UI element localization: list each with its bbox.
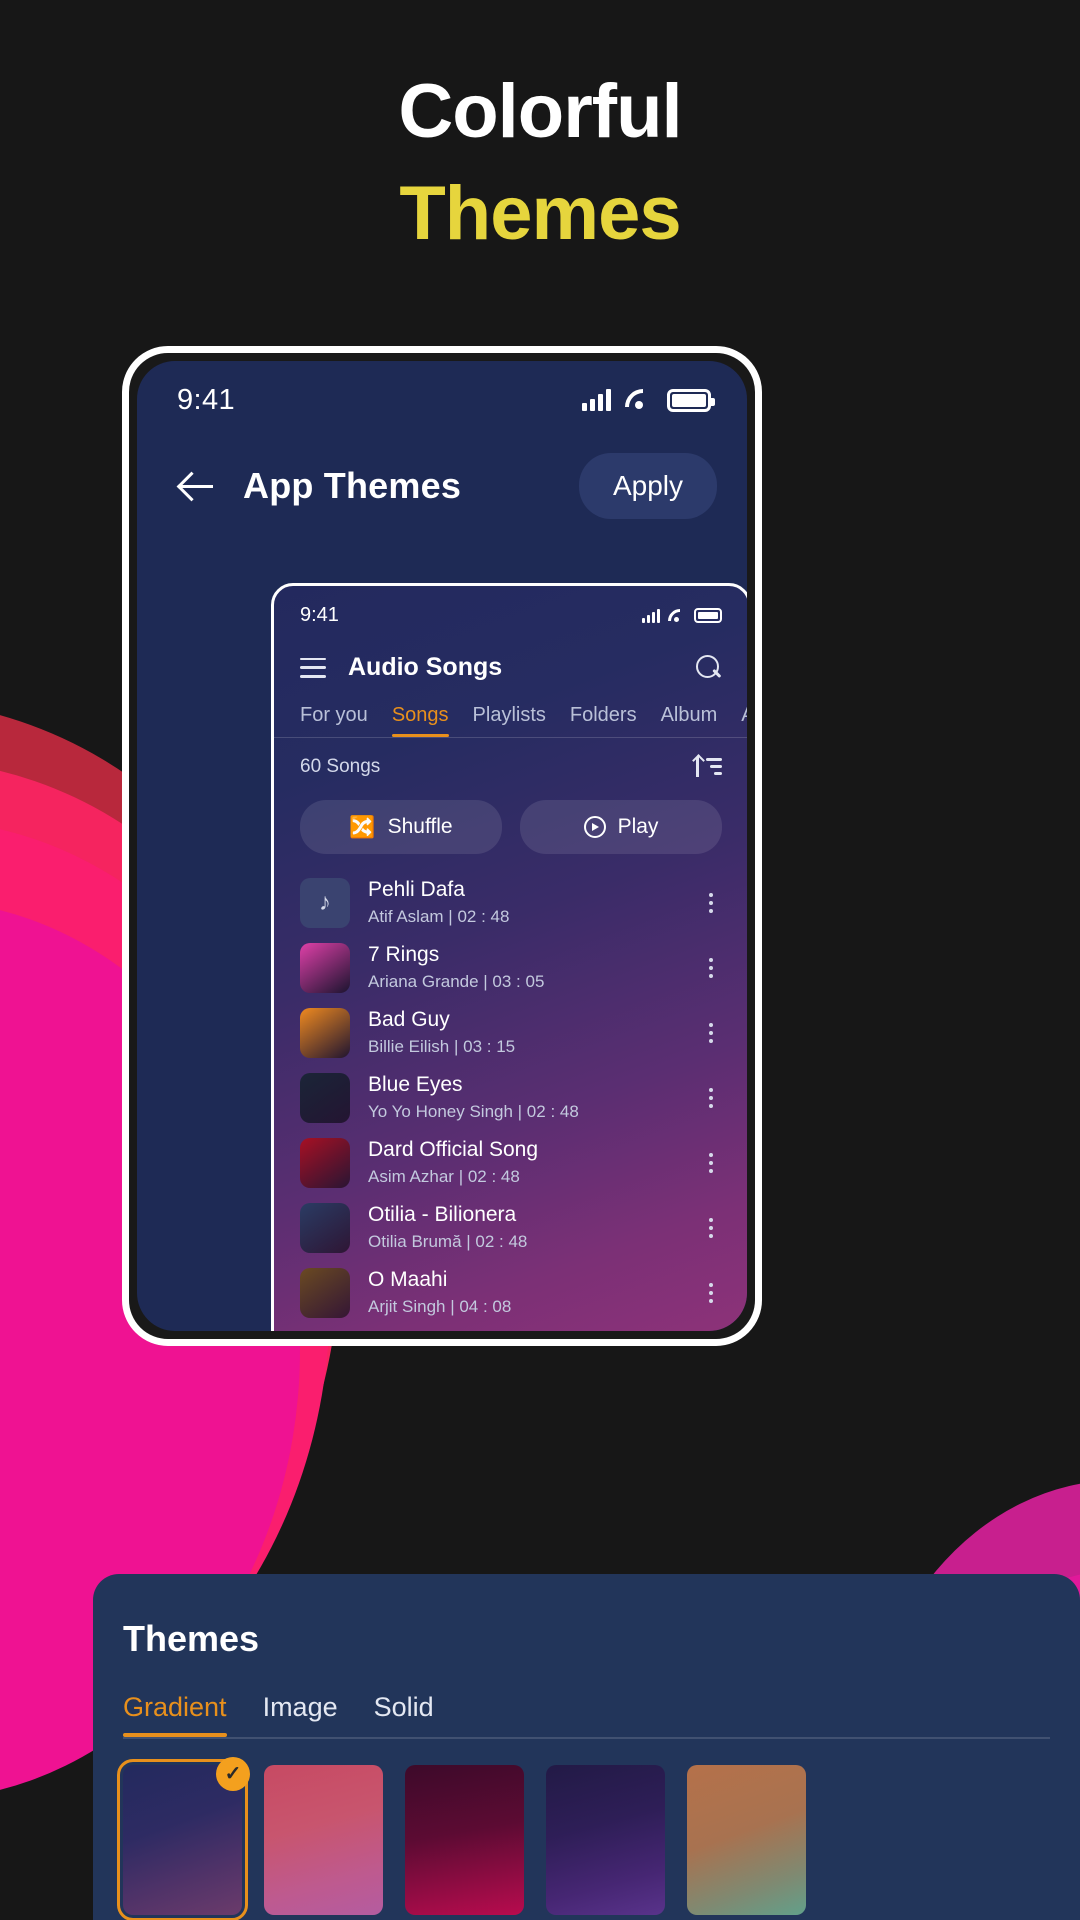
preview-tab-for-you[interactable]: For you [300,704,368,737]
shuffle-button[interactable]: 🔀 Shuffle [300,800,502,854]
more-options-icon[interactable] [700,1022,722,1043]
preview-status-icons [642,608,722,623]
song-list: ♪ Pehli Dafa Atif Aslam | 02 : 48 7 Rings Ar… [274,854,747,1325]
back-arrow-icon[interactable] [177,466,217,506]
song-subtitle: Billie Eilish | 03 : 15 [368,1037,516,1056]
sheet-title: Themes [123,1618,260,1659]
preview-tab-folders[interactable]: Folders [570,704,637,737]
song-title: Blue Eyes [368,1073,463,1096]
theme-swatch-deep-violet-gradient[interactable] [546,1764,665,1915]
sheet-tab-solid[interactable]: Solid [374,1692,434,1737]
theme-swatch-rose-pink-gradient[interactable] [264,1764,383,1915]
album-art [300,1007,350,1058]
sheet-tabs: Gradient Image Solid [93,1660,1080,1737]
more-options-icon[interactable] [700,1282,722,1303]
song-meta: Bad Guy Billie Eilish | 03 : 15 [368,1008,682,1057]
song-title: Bad Guy [368,1008,450,1031]
more-options-icon[interactable] [700,1152,722,1173]
music-note-icon: ♪ [300,877,350,928]
shuffle-label: Shuffle [387,815,453,838]
battery-icon [694,608,722,623]
album-art [300,942,350,993]
theme-swatch-maroon-crimson-gradient[interactable] [405,1764,524,1915]
themes-bottom-sheet: Themes Gradient Image Solid ✓ [93,1574,1080,1920]
song-title: Dard Official Song [368,1138,539,1161]
song-meta: Pehli Dafa Atif Aslam | 02 : 48 [368,878,682,927]
album-art [300,1267,350,1318]
song-subtitle: Atif Aslam | 02 : 48 [368,907,510,926]
song-row[interactable]: Blue Eyes Yo Yo Honey Singh | 02 : 48 [274,1065,747,1130]
song-row[interactable]: 7 Rings Ariana Grande | 03 : 05 [274,935,747,1000]
song-subtitle: Yo Yo Honey Singh | 02 : 48 [368,1102,579,1121]
play-label: Play [617,815,659,838]
song-title: 7 Rings [368,943,440,966]
preview-title: Audio Songs [348,653,503,681]
theme-swatch-navy-purple-gradient[interactable]: ✓ [117,1756,250,1920]
song-title: O Maahi [368,1268,448,1291]
song-subtitle: Ariana Grande | 03 : 05 [368,972,545,991]
theme-preview-phone: 9:41 Audio Songs For you Songs Playlists Fo… [271,583,747,1331]
preview-tabs: For you Songs Playlists Folders Album A [274,682,747,737]
song-meta: Blue Eyes Yo Yo Honey Singh | 02 : 48 [368,1073,682,1122]
sort-icon[interactable] [696,756,722,778]
preview-nav-bar: Audio Songs [274,627,747,682]
preview-tab-songs[interactable]: Songs [391,704,449,737]
play-circle-icon [583,816,606,838]
phone-mockup: 9:41 App Themes Apply 9:41 Audio Songs F… [122,346,762,1346]
check-icon: ✓ [216,1756,250,1791]
song-subtitle: Arjit Singh | 04 : 08 [368,1297,512,1316]
hamburger-menu-icon[interactable] [300,657,326,678]
headline: Colorful Themes [0,72,1080,254]
theme-swatch-list: ✓ [93,1739,1080,1920]
sheet-tab-gradient[interactable]: Gradient [123,1692,227,1737]
album-art [300,1137,350,1188]
songs-count-row: 60 Songs [274,738,747,778]
app-header: App Themes Apply [137,439,747,519]
songs-count-label: 60 Songs [300,756,381,777]
more-options-icon[interactable] [700,1087,722,1108]
song-meta: O Maahi Arjit Singh | 04 : 08 [368,1268,682,1317]
preview-status-bar: 9:41 [274,586,747,627]
album-art [300,1072,350,1123]
song-subtitle: Otilia Brumă | 02 : 48 [368,1232,528,1251]
song-title: Pehli Dafa [368,878,465,901]
song-row[interactable]: Dard Official Song Asim Azhar | 02 : 48 [274,1130,747,1195]
shuffle-icon: 🔀 [349,815,376,839]
more-options-icon[interactable] [700,892,722,913]
album-art [300,1202,350,1253]
theme-swatch-copper-teal-gradient[interactable] [687,1764,806,1915]
preview-tab-a[interactable]: A [741,704,747,737]
preview-tab-playlists[interactable]: Playlists [473,704,546,737]
signal-bars-icon [642,608,660,623]
search-icon[interactable] [696,654,722,681]
play-button[interactable]: Play [520,800,722,854]
phone-screen: 9:41 App Themes Apply 9:41 Audio Songs F… [137,361,747,1331]
headline-line-2: Themes [399,170,681,256]
preview-status-time: 9:41 [300,604,339,626]
song-row[interactable]: ♪ Pehli Dafa Atif Aslam | 02 : 48 [274,870,747,935]
wifi-icon [625,389,653,411]
song-meta: Dard Official Song Asim Azhar | 02 : 48 [368,1138,682,1187]
song-row[interactable]: Otilia - Bilionera Otilia Brumă | 02 : 48 [274,1195,747,1260]
page-title: App Themes [243,465,462,506]
apply-button[interactable]: Apply [578,453,717,519]
signal-bars-icon [582,389,611,411]
song-meta: Otilia - Bilionera Otilia Brumă | 02 : 48 [368,1203,682,1252]
song-title: Otilia - Bilionera [368,1203,517,1226]
status-bar: 9:41 [137,361,747,439]
wifi-icon [668,609,686,623]
status-icons [582,388,715,412]
action-buttons: 🔀 Shuffle Play [274,778,747,854]
song-row[interactable]: Bad Guy Billie Eilish | 03 : 15 [274,1000,747,1065]
status-time: 9:41 [177,383,236,416]
song-row[interactable]: O Maahi Arjit Singh | 04 : 08 [274,1260,747,1325]
headline-line-1: Colorful [398,69,682,154]
more-options-icon[interactable] [700,957,722,978]
battery-icon [667,388,715,412]
song-subtitle: Asim Azhar | 02 : 48 [368,1167,520,1186]
more-options-icon[interactable] [700,1217,722,1238]
preview-tab-album[interactable]: Album [661,704,718,737]
song-meta: 7 Rings Ariana Grande | 03 : 05 [368,943,682,992]
sheet-tab-image[interactable]: Image [263,1692,338,1737]
